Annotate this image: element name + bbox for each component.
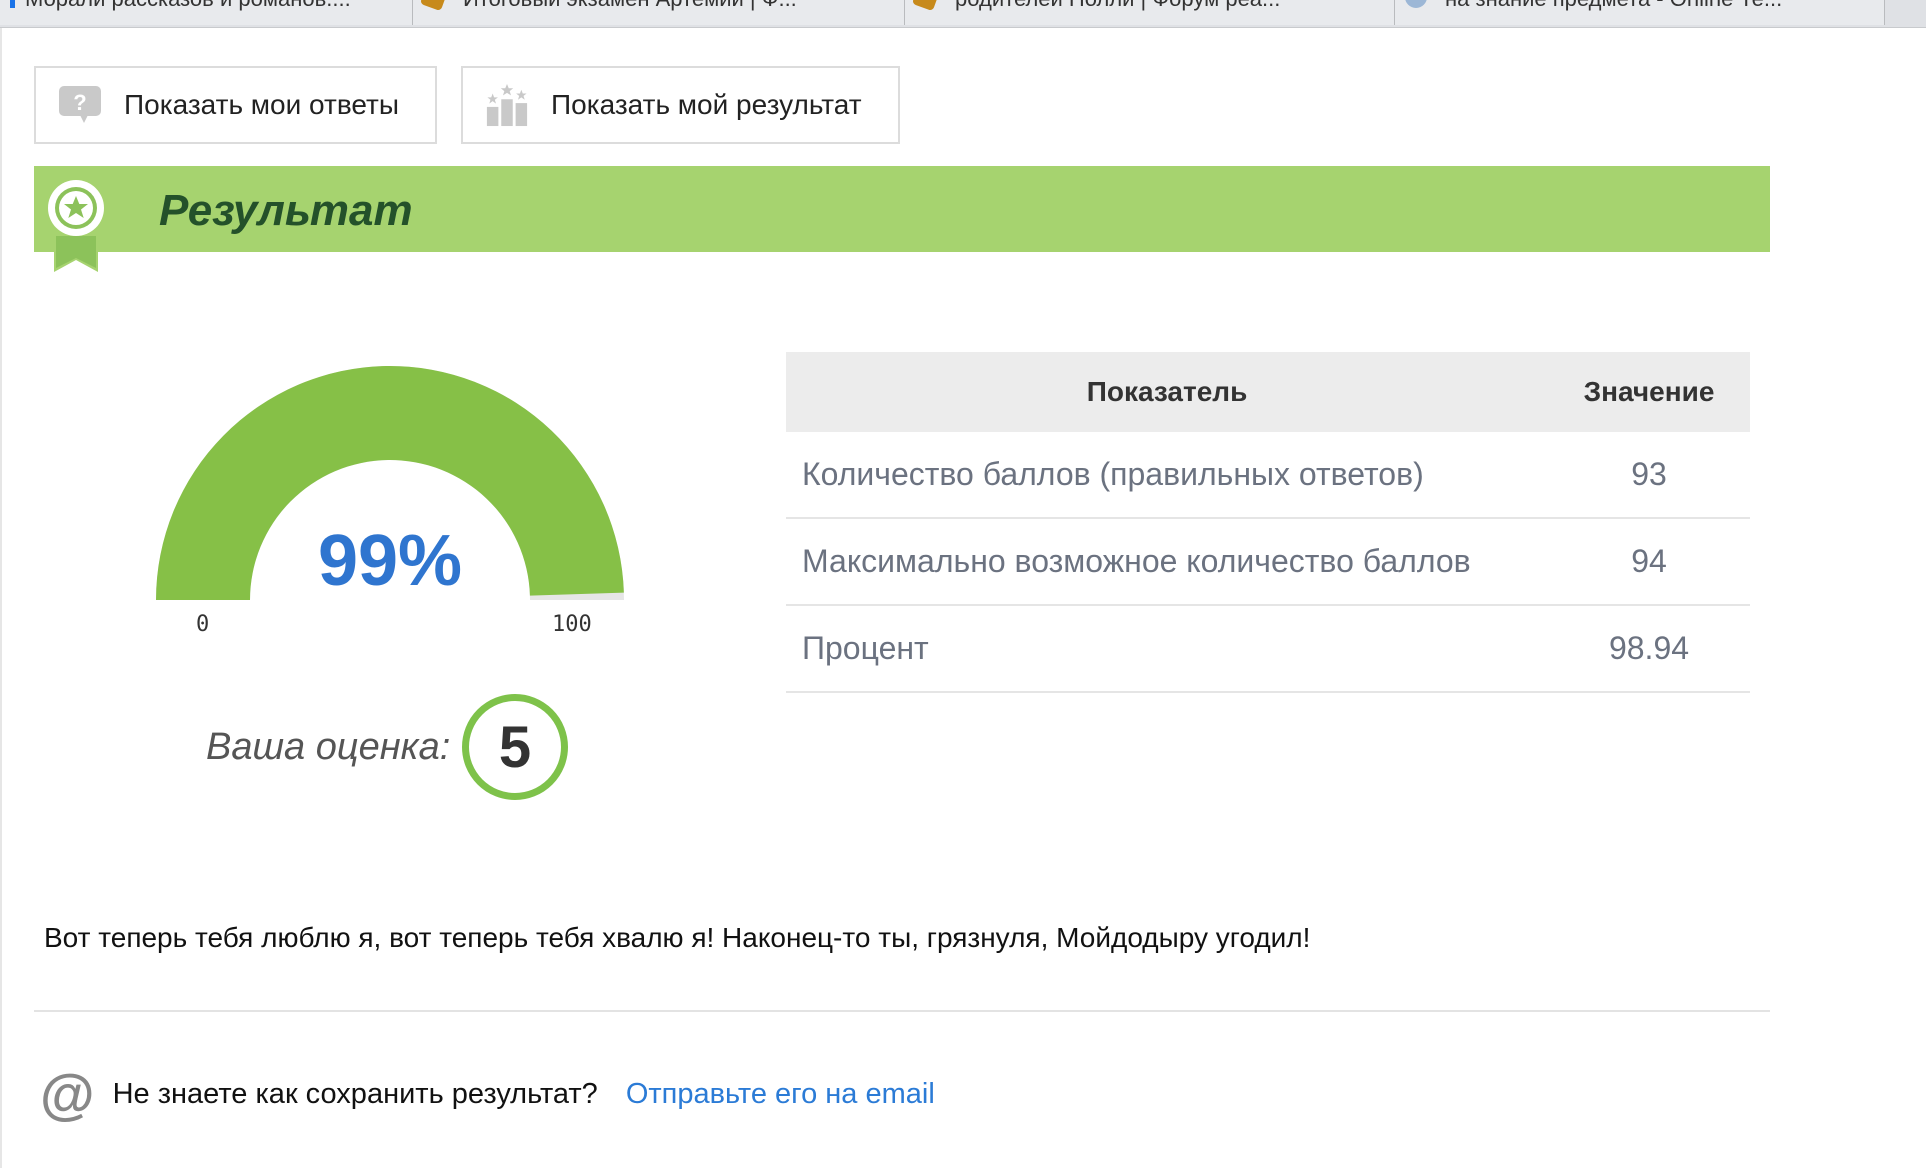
- row-name: Количество баллов (правильных ответов): [786, 432, 1548, 519]
- column-header-value: Значение: [1548, 352, 1750, 432]
- browser-tab[interactable]: Итоговый экзамен Артемии | Ф...: [413, 0, 905, 25]
- grade-badge: 5: [462, 694, 568, 800]
- question-bubble-icon: ?: [58, 83, 102, 127]
- row-name: Максимально возможное количество баллов: [786, 518, 1548, 606]
- row-value: 98.94: [1548, 605, 1750, 693]
- table-row: Процент 98.94: [786, 605, 1750, 693]
- browser-tab-strip: Морали рассказов и романов.... Итоговый …: [0, 0, 1926, 28]
- results-table: Показатель Значение Количество баллов (п…: [786, 352, 1750, 693]
- row-value: 93: [1548, 432, 1750, 519]
- table-header-row: Показатель Значение: [786, 352, 1750, 432]
- tab-title: Итоговый экзамен Артемии | Ф...: [463, 0, 797, 11]
- tab-favicon-icon: [10, 0, 15, 9]
- grade-label: Ваша оценка:: [206, 726, 451, 768]
- result-message: Вот теперь тебя люблю я, вот теперь тебя…: [44, 922, 1311, 953]
- podium-stars-icon: [485, 83, 529, 127]
- tab-favicon-icon: [911, 0, 941, 12]
- gauge-min-label: 0: [196, 612, 210, 637]
- browser-tab[interactable]: родителей Полли | Форум реа...: [905, 0, 1395, 25]
- table-row: Максимально возможное количество баллов …: [786, 518, 1750, 606]
- browser-tab[interactable]: на знание предмета - Online Те...: [1395, 0, 1885, 25]
- table-row: Количество баллов (правильных ответов) 9…: [786, 432, 1750, 519]
- tab-favicon-icon: [419, 0, 449, 12]
- at-sign-icon: @: [40, 1062, 95, 1125]
- row-name: Процент: [786, 605, 1548, 693]
- award-ribbon-icon: [48, 180, 104, 272]
- show-result-button[interactable]: Показать мой результат: [461, 66, 900, 144]
- show-result-label: Показать мой результат: [551, 89, 862, 120]
- gauge-max-label: 100: [552, 612, 592, 637]
- page-margin: [1802, 28, 1926, 1168]
- result-title: Результат: [159, 186, 413, 235]
- gauge-value: 99%: [317, 521, 463, 601]
- show-answers-button[interactable]: ? Показать мои ответы: [34, 66, 437, 144]
- tab-favicon-icon: [1405, 0, 1427, 9]
- save-result-row: @ Не знаете как сохранить результат? Отп…: [40, 1064, 935, 1124]
- send-email-link[interactable]: Отправьте его на email: [626, 1078, 935, 1111]
- divider: [34, 1010, 1770, 1012]
- column-header-indicator: Показатель: [786, 352, 1548, 432]
- show-answers-label: Показать мои ответы: [124, 89, 399, 120]
- tab-title: Морали рассказов и романов....: [25, 0, 351, 11]
- svg-text:?: ?: [73, 90, 86, 115]
- browser-tab[interactable]: Морали рассказов и романов....: [0, 0, 413, 25]
- tab-title: на знание предмета - Online Те...: [1445, 0, 1782, 11]
- tab-title: родителей Полли | Форум реа...: [955, 0, 1280, 11]
- result-banner: Результат: [34, 166, 1770, 272]
- row-value: 94: [1548, 518, 1750, 606]
- save-question: Не знаете как сохранить результат?: [112, 1077, 598, 1110]
